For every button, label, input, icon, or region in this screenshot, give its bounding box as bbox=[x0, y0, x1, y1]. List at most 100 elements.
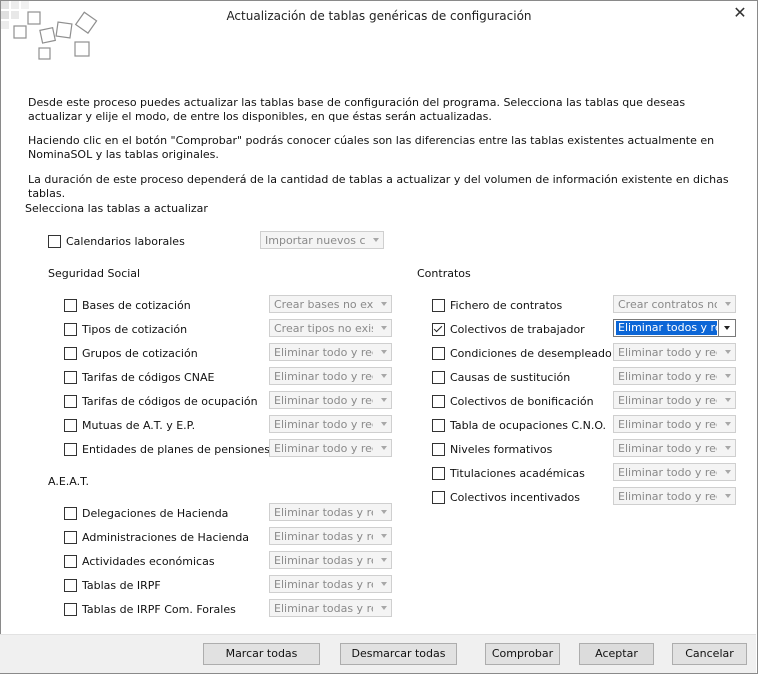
table-option-row[interactable]: Tablas de IRPF Com. Forales bbox=[64, 600, 236, 618]
table-option-row[interactable]: Condiciones de desempleado bbox=[432, 344, 612, 362]
table-option-label: Condiciones de desempleado bbox=[450, 346, 612, 360]
update-mode-select[interactable]: Eliminar todo y recc bbox=[269, 415, 392, 433]
update-mode-select[interactable]: Eliminar todo y recc bbox=[269, 391, 392, 409]
update-mode-select[interactable]: Eliminar todos y rec bbox=[613, 319, 736, 337]
checkbox[interactable] bbox=[432, 442, 445, 456]
table-option-row[interactable]: Colectivos incentivados bbox=[432, 488, 580, 506]
table-option-row[interactable]: Tablas de IRPF bbox=[64, 576, 161, 594]
update-mode-select[interactable]: Crear tipos no exist bbox=[269, 319, 392, 337]
checkbox[interactable] bbox=[432, 394, 445, 408]
chevron-down-icon bbox=[381, 606, 387, 610]
checkbox[interactable] bbox=[64, 602, 77, 616]
update-mode-select[interactable]: Eliminar todas y rec bbox=[269, 599, 392, 617]
table-option-row[interactable]: Actividades económicas bbox=[64, 552, 215, 570]
checkbox[interactable] bbox=[432, 298, 445, 312]
select-value: Eliminar todo y recc bbox=[618, 370, 717, 383]
table-option-label: Mutuas de A.T. y E.P. bbox=[82, 418, 196, 432]
table-option-row[interactable]: Grupos de cotización bbox=[64, 344, 198, 362]
checkbox-checked[interactable] bbox=[432, 322, 445, 336]
table-option-row[interactable]: Delegaciones de Hacienda bbox=[64, 504, 228, 522]
table-option-row[interactable]: Administraciones de Hacienda bbox=[64, 528, 249, 546]
table-option-row[interactable]: Colectivos de bonificación bbox=[432, 392, 594, 410]
table-option-row[interactable]: Niveles formativos bbox=[432, 440, 552, 458]
select-value: Eliminar todos y rec bbox=[616, 321, 717, 335]
select-value: Eliminar todo y recc bbox=[618, 418, 717, 431]
update-mode-select[interactable]: Crear contratos no bbox=[613, 295, 736, 313]
cancelar-button[interactable]: Cancelar bbox=[672, 643, 747, 665]
marcar-todas-button[interactable]: Marcar todas bbox=[203, 643, 320, 665]
table-option-row[interactable]: Tabla de ocupaciones C.N.O. bbox=[432, 416, 606, 434]
table-option-row[interactable]: Tipos de cotización bbox=[64, 320, 187, 338]
table-option-row[interactable]: Entidades de planes de pensiones bbox=[64, 440, 270, 458]
comprobar-button[interactable]: Comprobar bbox=[485, 643, 560, 665]
update-mode-select[interactable]: Eliminar todo y recc bbox=[269, 439, 392, 457]
table-option-label: Tablas de IRPF bbox=[82, 578, 161, 592]
checkbox[interactable] bbox=[64, 554, 77, 568]
table-option-label: Fichero de contratos bbox=[450, 298, 563, 312]
desmarcar-todas-button[interactable]: Desmarcar todas bbox=[340, 643, 457, 665]
update-mode-select[interactable]: Eliminar todo y recc bbox=[269, 367, 392, 385]
update-mode-select[interactable]: Eliminar todo y recc bbox=[613, 343, 736, 361]
table-option-label: Colectivos de trabajador bbox=[450, 322, 585, 336]
checkbox[interactable] bbox=[64, 394, 77, 408]
chevron-down-icon bbox=[373, 238, 379, 242]
table-option-row[interactable]: Colectivos de trabajador bbox=[432, 320, 585, 338]
update-mode-select[interactable]: Crear bases no exist bbox=[269, 295, 392, 313]
checkbox[interactable] bbox=[64, 578, 77, 592]
checkbox[interactable] bbox=[432, 490, 445, 504]
checkbox[interactable] bbox=[64, 530, 77, 544]
checkbox[interactable] bbox=[432, 346, 445, 360]
intro-paragraph-3: La duración de este proceso dependerá de… bbox=[28, 173, 729, 200]
update-mode-select[interactable]: Eliminar todo y recc bbox=[613, 391, 736, 409]
update-mode-select[interactable]: Eliminar todo y recc bbox=[613, 463, 736, 481]
chevron-down-icon bbox=[381, 374, 387, 378]
update-mode-select[interactable]: Eliminar todas y rec bbox=[269, 551, 392, 569]
calendarios-checkbox-row[interactable]: Calendarios laborales bbox=[48, 232, 185, 250]
update-mode-select[interactable]: Eliminar todo y recc bbox=[613, 487, 736, 505]
checkbox[interactable] bbox=[64, 298, 77, 312]
update-mode-select[interactable]: Eliminar todas y rec bbox=[269, 575, 392, 593]
checkbox[interactable] bbox=[64, 322, 77, 336]
checkbox[interactable] bbox=[432, 466, 445, 480]
table-option-row[interactable]: Causas de sustitución bbox=[432, 368, 570, 386]
table-option-row[interactable]: Fichero de contratos bbox=[432, 296, 562, 314]
checkbox[interactable] bbox=[64, 442, 77, 456]
checkbox[interactable] bbox=[64, 346, 77, 360]
table-option-row[interactable]: Mutuas de A.T. y E.P. bbox=[64, 416, 195, 434]
select-value: Eliminar todo y recc bbox=[618, 442, 717, 455]
seguridad-social-heading: Seguridad Social bbox=[48, 267, 141, 280]
chevron-down-icon bbox=[725, 302, 731, 306]
checkbox[interactable] bbox=[64, 506, 77, 520]
select-value: Eliminar todo y recc bbox=[618, 346, 717, 359]
chevron-down-icon bbox=[381, 350, 387, 354]
aceptar-button[interactable]: Aceptar bbox=[579, 643, 654, 665]
table-option-row[interactable]: Tarifas de códigos CNAE bbox=[64, 368, 214, 386]
chevron-down-icon bbox=[725, 494, 731, 498]
chevron-down-icon bbox=[381, 558, 387, 562]
chevron-down-icon bbox=[725, 374, 731, 378]
chevron-down-icon bbox=[381, 398, 387, 402]
table-option-label: Bases de cotización bbox=[82, 298, 191, 312]
close-icon[interactable]: ✕ bbox=[731, 4, 749, 22]
update-mode-select[interactable]: Eliminar todas y rec bbox=[269, 527, 392, 545]
update-mode-select[interactable]: Eliminar todo y recc bbox=[613, 439, 736, 457]
update-mode-select[interactable]: Eliminar todo y recc bbox=[613, 367, 736, 385]
chevron-down-icon bbox=[381, 510, 387, 514]
checkbox[interactable] bbox=[432, 418, 445, 432]
select-value: Crear tipos no exist bbox=[274, 322, 373, 335]
select-value: Eliminar todas y rec bbox=[274, 530, 373, 543]
calendarios-mode-select[interactable]: Importar nuevos cal bbox=[260, 231, 384, 249]
checkbox[interactable] bbox=[432, 370, 445, 384]
checkbox[interactable] bbox=[48, 234, 61, 248]
table-option-row[interactable]: Bases de cotización bbox=[64, 296, 191, 314]
checkbox[interactable] bbox=[64, 370, 77, 384]
select-value: Crear bases no exist bbox=[274, 298, 373, 311]
table-option-label: Tarifas de códigos CNAE bbox=[82, 370, 215, 384]
update-mode-select[interactable]: Eliminar todo y recc bbox=[269, 343, 392, 361]
checkbox[interactable] bbox=[64, 418, 77, 432]
table-option-row[interactable]: Tarifas de códigos de ocupación bbox=[64, 392, 258, 410]
update-mode-select[interactable]: Eliminar todo y recc bbox=[613, 415, 736, 433]
table-option-row[interactable]: Titulaciones académicas bbox=[432, 464, 585, 482]
update-mode-select[interactable]: Eliminar todas y rec bbox=[269, 503, 392, 521]
select-value: Eliminar todo y recc bbox=[618, 394, 717, 407]
